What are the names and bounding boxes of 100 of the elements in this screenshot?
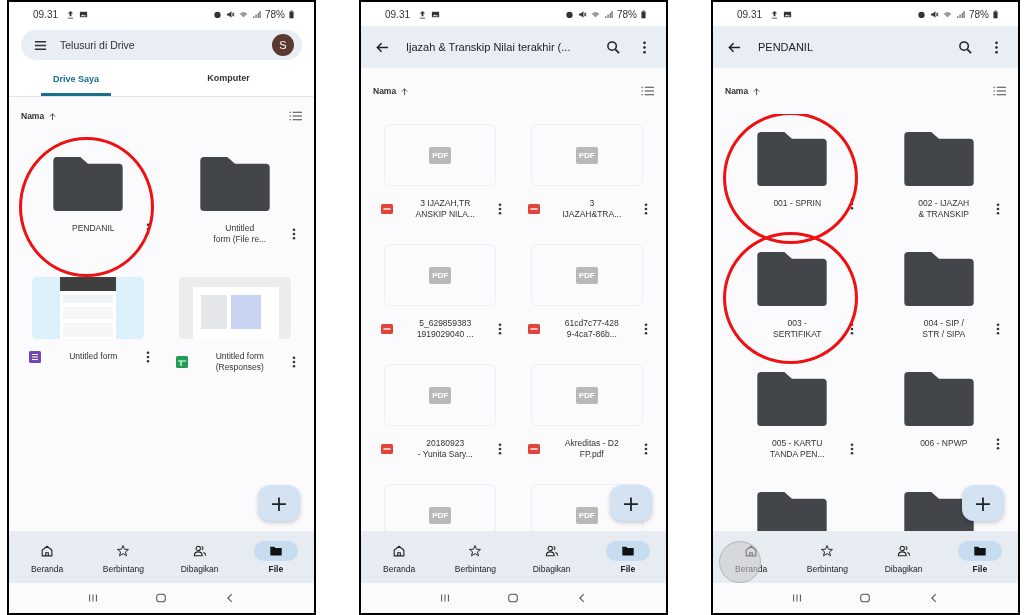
file-name[interactable]: 61cd7c77-428 9-4ca7-86b...	[543, 318, 640, 341]
upload-icon	[66, 9, 76, 19]
recent-apps-icon[interactable]	[439, 592, 452, 604]
people-icon[interactable]	[544, 543, 559, 558]
search-icon[interactable]	[958, 39, 973, 55]
folder-icon[interactable]	[756, 252, 829, 306]
star-icon[interactable]	[468, 543, 483, 558]
home-button-icon[interactable]	[507, 592, 520, 604]
home-button-icon[interactable]	[859, 592, 872, 604]
folder-icon[interactable]	[756, 492, 829, 531]
more-icon[interactable]	[996, 438, 1000, 450]
search-field[interactable]: Telusuri di Drive S	[21, 30, 302, 60]
recent-apps-icon[interactable]	[87, 592, 100, 604]
battery-icon	[641, 9, 646, 19]
home-icon[interactable]	[40, 543, 55, 558]
wifi-icon	[239, 9, 248, 19]
nav-tab[interactable]: Berbintang	[102, 563, 144, 574]
add-button[interactable]: +	[610, 485, 652, 521]
sort-button[interactable]: Nama	[21, 111, 45, 121]
nav-tab[interactable]: Dibagikan	[884, 563, 923, 574]
sort-arrow-icon[interactable]	[752, 86, 762, 96]
list-view-icon[interactable]	[641, 86, 654, 96]
more-icon[interactable]	[644, 443, 648, 456]
more-icon[interactable]	[292, 356, 296, 369]
sort-arrow-icon[interactable]	[400, 86, 410, 96]
pdf-file-icon	[527, 323, 540, 336]
more-icon[interactable]	[996, 323, 1000, 336]
home-icon[interactable]	[392, 543, 407, 558]
nav-tab[interactable]: File	[268, 563, 284, 574]
nav-tab[interactable]: Berbintang	[454, 563, 496, 574]
pdf-file-icon	[381, 203, 393, 216]
folder-icon[interactable]	[52, 157, 125, 211]
folder-icon[interactable]	[902, 252, 975, 306]
file-name[interactable]: 001 - SPRIN	[749, 198, 846, 210]
folder-icon[interactable]	[902, 372, 975, 426]
folder-icon[interactable]	[756, 372, 829, 426]
add-button[interactable]: +	[962, 485, 1004, 521]
home-button-icon[interactable]	[155, 592, 168, 604]
people-icon[interactable]	[192, 543, 207, 558]
file-name[interactable]: 3 IJAZAH&TRA...	[543, 198, 640, 221]
battery-level: 78%	[265, 8, 285, 20]
star-icon[interactable]	[116, 543, 131, 558]
file-name[interactable]: Untitled form (File re...	[191, 223, 288, 246]
form-preview-drawing[interactable]	[32, 277, 145, 339]
mute-icon	[930, 9, 939, 19]
status-time: 09.31	[737, 8, 763, 20]
people-icon[interactable]	[896, 543, 911, 558]
more-icon[interactable]	[145, 351, 150, 363]
file-name[interactable]: PENDANIL	[45, 223, 142, 235]
image-icon	[783, 9, 793, 19]
recent-apps-icon[interactable]	[791, 592, 804, 604]
pdf-label: PDF	[429, 386, 452, 404]
sort-arrow-icon[interactable]	[48, 111, 58, 121]
more-icon[interactable]	[644, 323, 648, 336]
more-icon[interactable]	[497, 203, 502, 216]
mute-icon	[578, 9, 587, 19]
pdf-label: PDF	[429, 146, 452, 164]
sort-button[interactable]: Nama	[373, 86, 397, 96]
add-button[interactable]: +	[258, 485, 300, 521]
tab[interactable]: Drive Saya	[41, 60, 111, 96]
more-icon[interactable]	[497, 323, 502, 336]
file-name[interactable]: 006 - NPWP	[895, 438, 992, 450]
file-name[interactable]: Untitled form	[45, 351, 142, 363]
pdf-label: PDF	[575, 146, 598, 164]
nav-tab[interactable]: Berbintang	[806, 563, 848, 574]
file-name[interactable]: 005 - KARTU TANDA PEN...	[749, 438, 846, 461]
file-name[interactable]: Akreditas - D2 FP.pdf	[543, 438, 640, 461]
folder-icon[interactable]	[902, 132, 975, 186]
nav-tab[interactable]: Beranda	[383, 563, 416, 574]
more-icon[interactable]	[996, 203, 1000, 216]
more-icon[interactable]	[292, 228, 296, 241]
more-icon[interactable]	[849, 323, 854, 336]
sort-button[interactable]: Nama	[725, 86, 749, 96]
search-icon[interactable]	[606, 39, 621, 55]
pdf-file-icon	[381, 443, 393, 456]
account-avatar[interactable]: S	[272, 34, 294, 56]
list-view-icon[interactable]	[289, 111, 302, 121]
file-name[interactable]: 20180923 - Yunita Sary...	[397, 438, 494, 461]
tab[interactable]: Komputer	[143, 60, 314, 96]
folder-icon[interactable]	[756, 132, 829, 186]
nav-tab[interactable]: Beranda	[31, 563, 64, 574]
file-name[interactable]: 3 IJAZAH,TR ANSKIP NILA...	[397, 198, 494, 221]
more-icon[interactable]	[849, 443, 854, 456]
signal-icon	[604, 9, 613, 19]
file-name[interactable]: 003 - SERTIFIKAT	[749, 318, 846, 341]
nav-tab[interactable]: File	[620, 563, 636, 574]
star-icon[interactable]	[820, 543, 835, 558]
nav-tab[interactable]: Dibagikan	[532, 563, 571, 574]
nav-tab[interactable]: Dibagikan	[180, 563, 219, 574]
folder-icon[interactable]	[198, 157, 271, 211]
file-name[interactable]: 5_629859383 1919029040 ...	[397, 318, 494, 341]
battery-level: 78%	[969, 8, 989, 20]
more-icon[interactable]	[644, 203, 648, 216]
more-icon[interactable]	[497, 443, 502, 456]
pdf-file-icon	[381, 323, 393, 336]
file-name[interactable]: Untitled form (Responses)	[191, 351, 288, 374]
file-name[interactable]: 002 - IJAZAH & TRANSKIP	[895, 198, 992, 221]
file-name[interactable]: 004 - SIP / STR / SIPA	[895, 318, 992, 341]
nav-tab[interactable]: File	[972, 563, 988, 574]
list-view-icon[interactable]	[993, 86, 1006, 96]
